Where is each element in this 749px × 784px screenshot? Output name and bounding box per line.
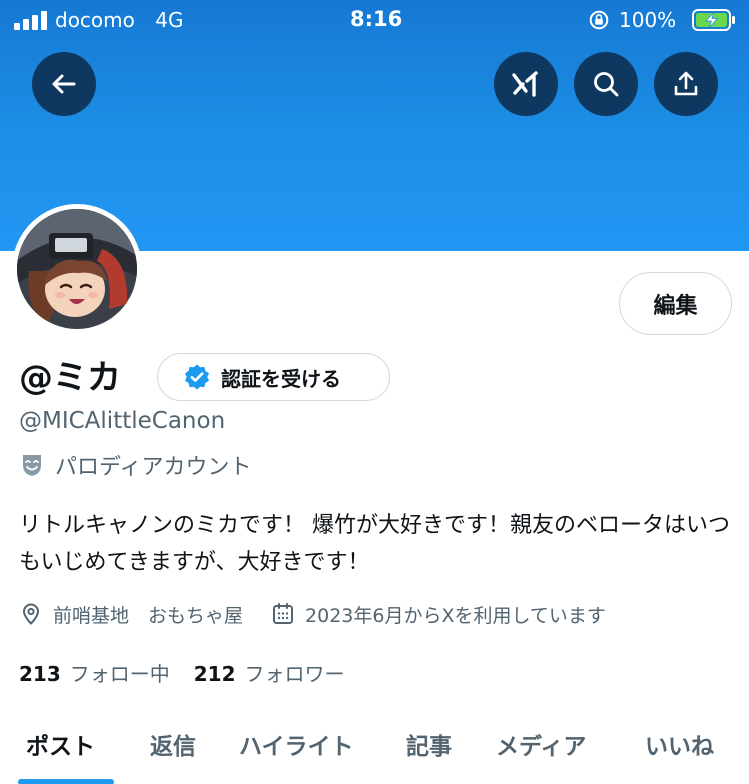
profile-join-date: 2023年6月からXを利用しています [305, 604, 606, 627]
mask-icon [23, 455, 41, 476]
tab-likes[interactable]: いいね [645, 727, 714, 763]
share-icon [674, 71, 698, 96]
calendar-icon [273, 603, 294, 624]
avatar[interactable] [12, 204, 142, 334]
followers-link[interactable]: 212 フォロワー [194, 658, 345, 687]
grok-icon [512, 71, 538, 97]
battery-percent: 100% [619, 8, 677, 32]
battery-charging-icon [692, 9, 735, 31]
parody-label-text: パロディアカウント [55, 455, 252, 480]
tab-articles[interactable]: 記事 [406, 727, 452, 763]
profile-location: 前哨基地 おもちゃ屋 [53, 604, 244, 627]
get-verified-label: 認証を受ける [221, 366, 341, 391]
tab-highlights[interactable]: ハイライト [239, 727, 354, 763]
following-link[interactable]: 213 フォロー中 [19, 658, 170, 687]
profile-meta: 前哨基地 おもちゃ屋 2023年6月からXを利用しています [19, 598, 606, 630]
carrier-name: docomo [55, 8, 135, 32]
tab-media[interactable]: メディア [496, 727, 586, 763]
following-label: フォロー中 [69, 661, 170, 686]
network-type: 4G [155, 8, 184, 32]
search-button[interactable] [574, 52, 638, 116]
status-time: 8:16 [350, 7, 403, 31]
profile-bio: リトルキャノンのミカです！ 爆竹が大好きです！親友のベロータはいつもいじめてきま… [19, 513, 730, 575]
following-count: 213 [19, 661, 61, 686]
edit-profile-button[interactable]: 編集 [619, 272, 732, 335]
orientation-lock-icon [589, 10, 609, 30]
follow-stats: 213 フォロー中 212 フォロワー [19, 657, 345, 687]
back-button[interactable] [32, 52, 96, 116]
share-button[interactable] [654, 52, 718, 116]
parody-account-label: パロディアカウント [19, 450, 251, 480]
signal-strength-icon [14, 10, 48, 30]
status-bar: docomo 4G 8:16 100% [0, 0, 749, 40]
grok-button[interactable] [494, 52, 558, 116]
username-handle: @MICAlittleCanon [19, 408, 226, 434]
display-name: @ミカ [19, 358, 121, 398]
arrow-left-icon [52, 74, 76, 94]
location-pin-icon [22, 603, 40, 625]
tab-replies[interactable]: 返信 [150, 727, 196, 763]
verified-badge-icon [185, 364, 209, 390]
avatar-image [17, 209, 137, 329]
followers-count: 212 [193, 661, 236, 686]
tab-posts[interactable]: ポスト [26, 727, 95, 763]
search-icon [594, 72, 619, 97]
followers-label: フォロワー [244, 661, 345, 686]
active-tab-indicator [18, 779, 114, 784]
get-verified-button[interactable]: 認証を受ける [157, 353, 390, 401]
